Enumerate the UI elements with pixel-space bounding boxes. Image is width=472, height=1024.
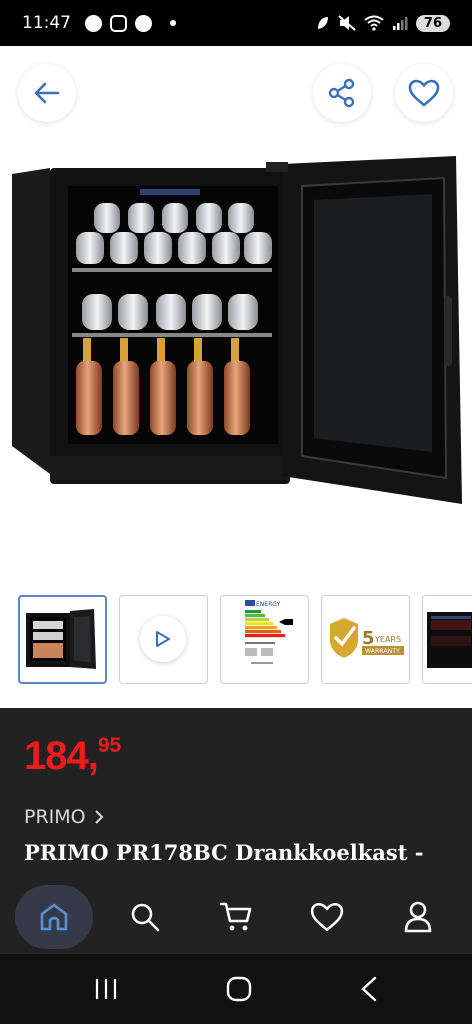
product-info: 184,95 PRIMO PRIMO PR178BC Drankkoelkast… [0, 708, 472, 880]
cans-middle [82, 294, 258, 330]
nav-account[interactable] [379, 885, 457, 949]
nav-cart[interactable] [197, 885, 275, 949]
instagram-icon [110, 14, 127, 32]
back-nav-icon[interactable] [359, 976, 379, 1002]
facebook-icon [85, 14, 102, 32]
user-icon [405, 901, 432, 933]
brand-name: PRIMO [24, 806, 86, 828]
battery-icon: 76 [415, 14, 450, 32]
fridge-front-image [26, 609, 96, 669]
product-gallery: ENERGY 5 YEARS WARRANTY [0, 46, 472, 708]
brand-link[interactable]: PRIMO [24, 806, 104, 828]
play-icon [156, 631, 170, 647]
back-button[interactable] [18, 64, 76, 122]
notification-dot [170, 20, 176, 26]
warranty-years-label: YEARS [374, 635, 401, 644]
chevron-right-icon [94, 810, 104, 824]
heart-icon [408, 79, 440, 107]
nav-wishlist[interactable] [288, 885, 366, 949]
warranty-badge-image: 5 YEARS WARRANTY [330, 618, 404, 658]
leaf-icon [317, 17, 328, 29]
status-bar: 11:47 76 [0, 0, 472, 46]
clock: 11:47 [22, 13, 71, 33]
signal-icon [392, 17, 408, 30]
thumbnail-fridge-side[interactable] [422, 595, 472, 684]
bottom-navigation [0, 880, 472, 954]
nav-search[interactable] [106, 885, 184, 949]
warranty-years-number: 5 [362, 628, 375, 649]
thumbnail-video[interactable] [119, 595, 208, 684]
facebook-icon [135, 14, 152, 32]
price: 184,95 [24, 734, 121, 779]
price-main: 184, [24, 734, 99, 778]
home-icon [40, 903, 67, 931]
thumbnail-warranty[interactable]: 5 YEARS WARRANTY [321, 595, 410, 684]
fridge-side-image [427, 612, 472, 668]
warranty-label: WARRANTY [365, 648, 400, 655]
search-icon [131, 903, 160, 932]
share-icon [328, 78, 355, 108]
heart-icon [311, 902, 344, 932]
recent-apps-icon[interactable] [93, 977, 119, 1001]
cans-top-back [94, 203, 254, 233]
energy-label-heading: ENERGY [256, 601, 281, 608]
cart-icon [219, 902, 252, 931]
nav-home[interactable] [14, 885, 93, 949]
arrow-left-icon [34, 82, 60, 104]
wifi-icon [364, 15, 384, 31]
price-cents: 95 [97, 734, 122, 757]
system-navigation-bar [0, 954, 472, 1024]
mute-icon [338, 15, 356, 31]
thumbnail-strip: ENERGY 5 YEARS WARRANTY [18, 595, 472, 685]
product-title: PRIMO PR178BC Drankkoelkast - [24, 840, 424, 865]
home-button-icon[interactable] [226, 976, 252, 1002]
favorite-button[interactable] [395, 64, 453, 122]
product-main-image[interactable] [0, 156, 472, 576]
thumbnail-energy-label[interactable]: ENERGY [220, 595, 309, 684]
share-button[interactable] [313, 64, 371, 122]
thumbnail-fridge-front[interactable] [18, 595, 107, 684]
energy-label-image: ENERGY [245, 600, 293, 664]
